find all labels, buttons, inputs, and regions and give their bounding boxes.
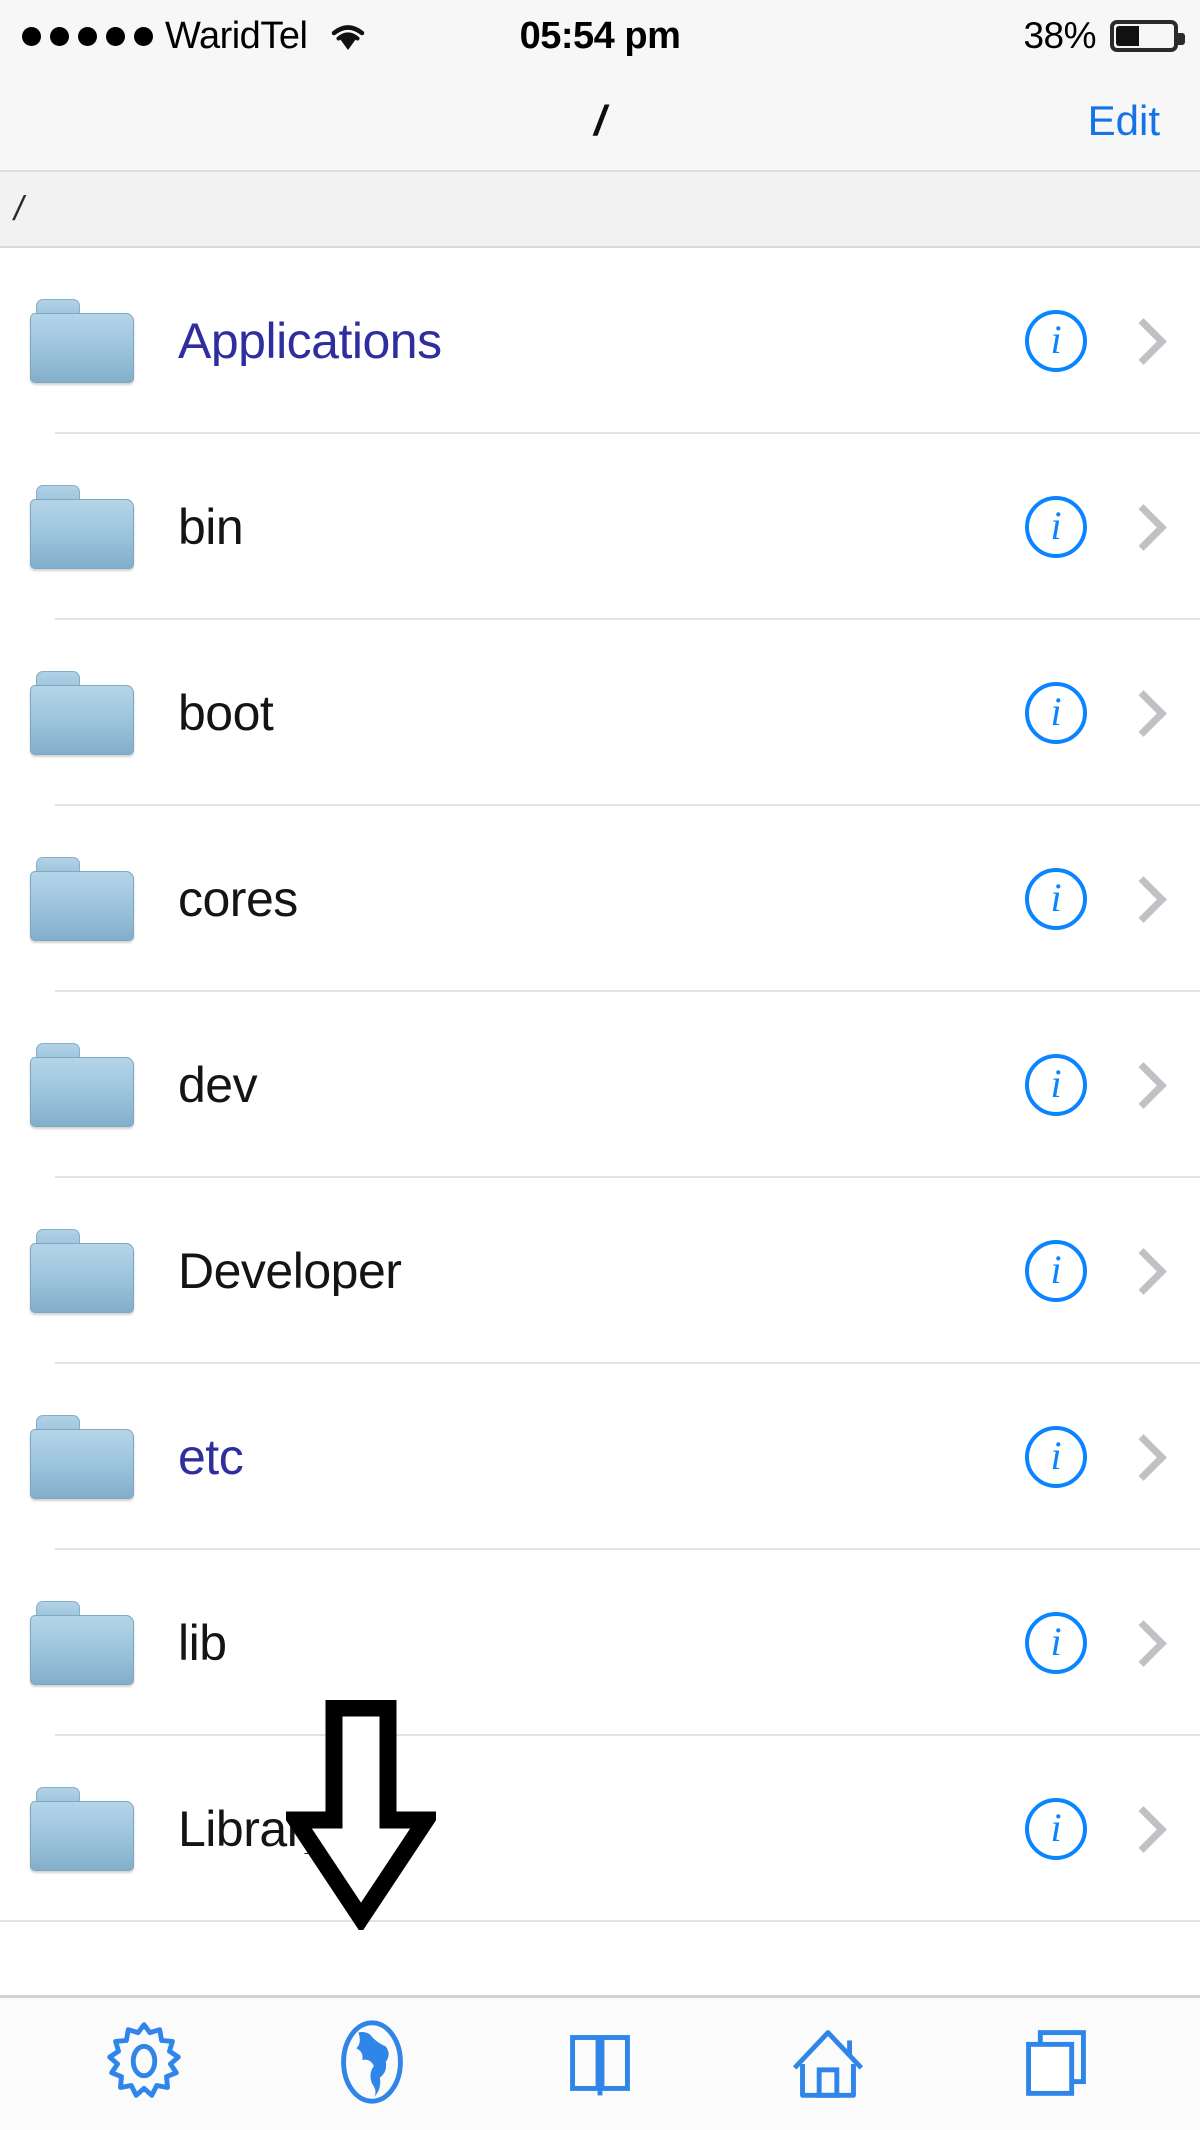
info-icon[interactable]: i: [1025, 310, 1087, 372]
chevron-right-icon[interactable]: [1120, 1247, 1167, 1295]
status-bar-right: 38%: [1023, 15, 1185, 57]
info-icon[interactable]: i: [1025, 496, 1087, 558]
breadcrumb[interactable]: /: [0, 172, 1200, 248]
folder-icon: [30, 1787, 134, 1871]
status-bar-left: WaridTel: [22, 17, 371, 55]
file-row[interactable]: Developer i: [0, 1178, 1200, 1364]
chevron-right-icon[interactable]: [1120, 503, 1167, 551]
home-button[interactable]: [768, 2009, 888, 2119]
file-row[interactable]: bin i: [0, 434, 1200, 620]
file-name-label: etc: [178, 1432, 244, 1482]
battery-fill: [1116, 26, 1139, 46]
windows-icon: [1007, 2013, 1105, 2116]
folder-icon: [30, 1043, 134, 1127]
file-name-label: Applications: [178, 316, 442, 366]
info-icon[interactable]: i: [1025, 868, 1087, 930]
file-row[interactable]: cores i: [0, 806, 1200, 992]
signal-strength-icon: [22, 26, 153, 46]
chevron-right-icon[interactable]: [1120, 1061, 1167, 1109]
folder-icon: [30, 1229, 134, 1313]
info-icon[interactable]: i: [1025, 1240, 1087, 1302]
info-icon[interactable]: i: [1025, 1426, 1087, 1488]
navigation-bar: / Edit: [0, 72, 1200, 172]
row-accessories: i: [1025, 1426, 1170, 1488]
file-row[interactable]: dev i: [0, 992, 1200, 1178]
folder-icon: [30, 1415, 134, 1499]
info-glyph: i: [1050, 1061, 1062, 1106]
row-accessories: i: [1025, 1798, 1170, 1860]
info-icon[interactable]: i: [1025, 1798, 1087, 1860]
file-row[interactable]: Library i: [0, 1736, 1200, 1922]
book-icon: [551, 2013, 649, 2116]
windows-button[interactable]: [996, 2009, 1116, 2119]
row-accessories: i: [1025, 1240, 1170, 1302]
file-name-label: Library: [178, 1804, 328, 1854]
settings-button[interactable]: [84, 2009, 204, 2119]
info-icon[interactable]: i: [1025, 1054, 1087, 1116]
folder-icon: [30, 857, 134, 941]
info-glyph: i: [1050, 1247, 1062, 1292]
row-accessories: i: [1025, 1054, 1170, 1116]
info-glyph: i: [1050, 1805, 1062, 1850]
file-row[interactable]: etc i: [0, 1364, 1200, 1550]
chevron-right-icon[interactable]: [1120, 1619, 1167, 1667]
file-name-label: Developer: [178, 1246, 402, 1296]
chevron-right-icon[interactable]: [1120, 875, 1167, 923]
file-list: Applications i bin i boot i cores i dev i Develope…: [0, 248, 1200, 1922]
row-accessories: i: [1025, 868, 1170, 930]
file-name-label: bin: [178, 502, 244, 552]
info-icon[interactable]: i: [1025, 1612, 1087, 1674]
file-row[interactable]: boot i: [0, 620, 1200, 806]
status-bar: WaridTel 05:54 pm 38%: [0, 0, 1200, 72]
globe-icon: [323, 2013, 421, 2116]
edit-button[interactable]: Edit: [1088, 100, 1160, 142]
clock-label: 05:54 pm: [519, 14, 681, 57]
file-name-label: lib: [178, 1618, 227, 1668]
info-glyph: i: [1050, 689, 1062, 734]
bottom-toolbar: [0, 1995, 1200, 2130]
folder-icon: [30, 299, 134, 383]
info-glyph: i: [1050, 1433, 1062, 1478]
browser-button[interactable]: [312, 2009, 432, 2119]
battery-icon: [1110, 20, 1185, 52]
chevron-right-icon[interactable]: [1120, 1805, 1167, 1853]
folder-icon: [30, 485, 134, 569]
bookmarks-button[interactable]: [540, 2009, 660, 2119]
file-name-label: dev: [178, 1060, 258, 1110]
file-name-label: boot: [178, 688, 274, 738]
carrier-label: WaridTel: [165, 15, 308, 57]
breadcrumb-path: /: [14, 189, 24, 228]
row-accessories: i: [1025, 682, 1170, 744]
info-icon[interactable]: i: [1025, 682, 1087, 744]
file-row[interactable]: Applications i: [0, 248, 1200, 434]
row-accessories: i: [1025, 1612, 1170, 1674]
row-accessories: i: [1025, 310, 1170, 372]
page-title: /: [594, 97, 606, 144]
info-glyph: i: [1050, 317, 1062, 362]
gear-icon: [95, 2013, 193, 2116]
info-glyph: i: [1050, 503, 1062, 548]
file-name-label: cores: [178, 874, 298, 924]
file-row[interactable]: lib i: [0, 1550, 1200, 1736]
chevron-right-icon[interactable]: [1120, 317, 1167, 365]
battery-percent-label: 38%: [1023, 15, 1096, 56]
app-window: WaridTel 05:54 pm 38% / Edit / Applicati…: [0, 0, 1200, 2130]
wifi-icon: [332, 25, 365, 50]
home-icon: [779, 2013, 877, 2116]
row-accessories: i: [1025, 496, 1170, 558]
info-glyph: i: [1050, 875, 1062, 920]
folder-icon: [30, 671, 134, 755]
chevron-right-icon[interactable]: [1120, 689, 1167, 737]
folder-icon: [30, 1601, 134, 1685]
chevron-right-icon[interactable]: [1120, 1433, 1167, 1481]
info-glyph: i: [1050, 1619, 1062, 1664]
